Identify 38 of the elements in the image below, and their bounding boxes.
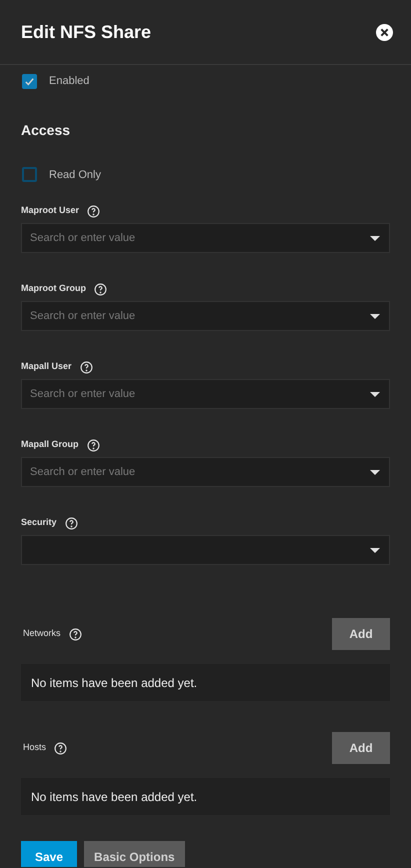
checkbox-label: Enabled <box>49 74 90 89</box>
checkmark-icon <box>24 76 35 87</box>
select-field[interactable]: Search or enter value <box>21 457 390 487</box>
select-field[interactable]: Search or enter value <box>21 301 390 331</box>
dropdown-caret-icon <box>370 470 380 475</box>
help-icon[interactable] <box>94 282 107 296</box>
save-button[interactable]: Save <box>21 841 78 867</box>
help-icon[interactable] <box>54 742 68 754</box>
checkbox[interactable] <box>22 74 37 89</box>
checkbox-label: Read Only <box>49 168 101 182</box>
close-icon[interactable] <box>376 24 393 40</box>
help-icon[interactable] <box>80 360 93 374</box>
dropdown-caret-icon <box>370 548 380 553</box>
help-icon[interactable] <box>68 628 82 640</box>
section-heading: Access <box>21 120 72 140</box>
select-field[interactable] <box>21 535 390 565</box>
dropdown-caret-icon <box>370 314 380 319</box>
add-button[interactable]: Add <box>332 618 390 650</box>
help-icon[interactable] <box>64 516 78 530</box>
field-label: Security <box>21 516 57 530</box>
add-button[interactable]: Add <box>332 732 390 764</box>
list-label: Networks <box>23 627 61 640</box>
list-label: Hosts <box>23 741 46 754</box>
select-field[interactable]: Search or enter value <box>21 379 390 409</box>
field-label: Mapall User <box>21 360 72 374</box>
help-icon[interactable] <box>86 438 100 452</box>
dropdown-caret-icon <box>370 236 380 241</box>
dropdown-caret-icon <box>370 392 380 397</box>
field-label: Mapall Group <box>21 438 79 452</box>
help-icon[interactable] <box>87 204 100 218</box>
field-label: Maproot User <box>21 204 80 218</box>
select-field[interactable]: Search or enter value <box>21 223 390 253</box>
field-label: Maproot Group <box>21 282 86 296</box>
empty-message: No items have been added yet. <box>31 674 198 692</box>
checkbox[interactable] <box>22 167 37 182</box>
basic-options-button[interactable]: Basic Options <box>84 841 185 867</box>
empty-message: No items have been added yet. <box>31 788 198 806</box>
dialog-title: Edit NFS Share <box>21 20 152 44</box>
